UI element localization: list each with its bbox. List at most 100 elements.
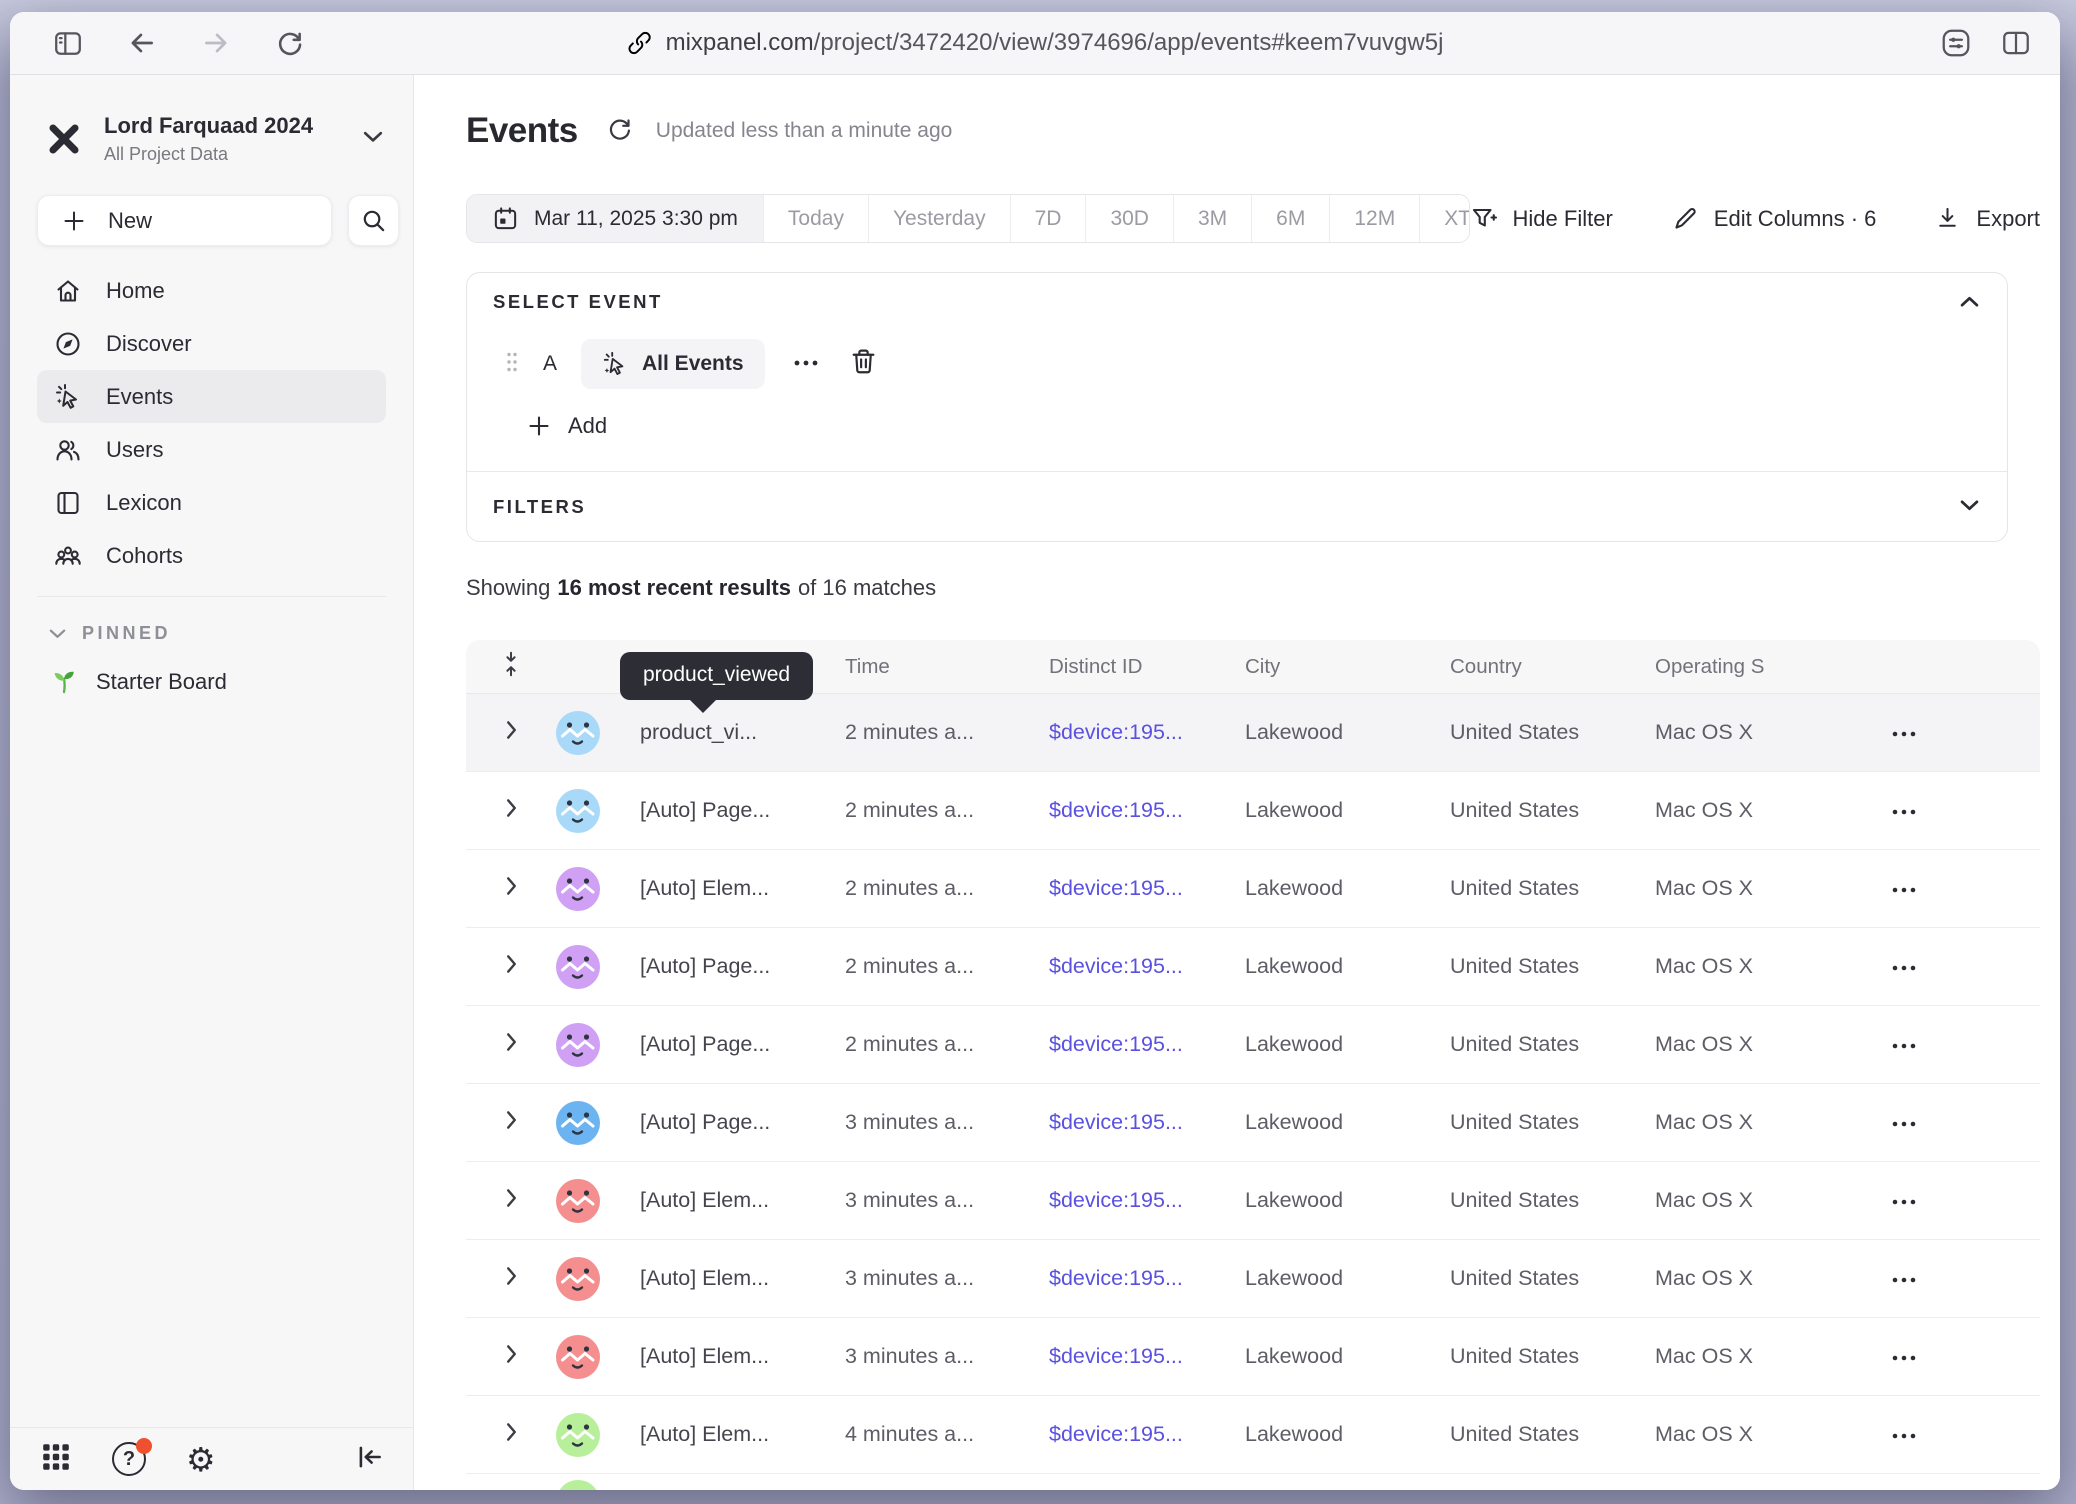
distinct-id-link[interactable]: $device:195... — [1049, 1110, 1245, 1135]
expand-row-icon[interactable] — [505, 1031, 518, 1059]
table-row[interactable]: [Auto] Page... 2 minutes a... $device:19… — [466, 1006, 2040, 1084]
row-menu-icon[interactable] — [1890, 1188, 1918, 1213]
browser-sidebar-toggle-icon[interactable] — [46, 21, 90, 65]
event-name[interactable]: [Auto] Elem... — [640, 1344, 845, 1369]
table-row[interactable]: [Auto] Elem... 2 minutes a... $device:19… — [466, 850, 2040, 928]
distinct-id-link[interactable]: $device:195... — [1049, 1422, 1245, 1447]
distinct-id-link[interactable]: $device:195... — [1049, 720, 1245, 745]
expand-row-icon[interactable] — [505, 875, 518, 903]
pinned-section-header[interactable]: PINNED — [37, 623, 386, 644]
distinct-id-link[interactable]: $device:195... — [1049, 1032, 1245, 1057]
event-name[interactable]: [Auto] Elem... — [640, 1266, 845, 1291]
expand-row-icon[interactable] — [505, 1265, 518, 1293]
event-name[interactable]: [Auto] Page... — [640, 1032, 845, 1057]
row-menu-icon[interactable] — [1890, 1344, 1918, 1369]
collapse-section-icon[interactable] — [1960, 295, 1979, 313]
sidebar-item-lexicon[interactable]: Lexicon — [37, 476, 386, 529]
back-icon[interactable] — [120, 21, 164, 65]
distinct-id-link[interactable]: $device:195... — [1049, 798, 1245, 823]
row-menu-icon[interactable] — [1890, 798, 1918, 823]
range-3m-button[interactable]: 3M — [1173, 195, 1251, 242]
row-menu-icon[interactable] — [1890, 1266, 1918, 1291]
sidebar-item-discover[interactable]: Discover — [37, 317, 386, 370]
range-7d-button[interactable]: 7D — [1010, 195, 1086, 242]
expand-row-icon[interactable] — [505, 1421, 518, 1449]
export-button[interactable]: Export — [1934, 205, 2040, 232]
range-30d-button[interactable]: 30D — [1085, 195, 1173, 242]
collapse-sidebar-icon[interactable] — [355, 1442, 385, 1477]
event-time: 2 minutes a... — [845, 954, 1049, 979]
table-row[interactable]: [Auto] Page... 3 minutes a... $device:19… — [466, 1084, 2040, 1162]
event-os: Mac OS X — [1655, 1344, 1890, 1369]
project-switcher[interactable]: Lord Farquaad 2024 All Project Data — [46, 113, 383, 165]
drag-handle-icon[interactable] — [505, 350, 519, 379]
event-name[interactable]: [Auto] Elem... — [640, 1188, 845, 1213]
row-menu-icon[interactable] — [1890, 720, 1918, 745]
expand-row-icon[interactable] — [505, 953, 518, 981]
sidebar-item-starter-board[interactable]: Starter Board — [37, 668, 386, 695]
distinct-id-link[interactable]: $device:195... — [1049, 1188, 1245, 1213]
column-header-country[interactable]: Country — [1450, 655, 1655, 679]
table-row[interactable]: [Auto] Page... 2 minutes a... $device:19… — [466, 772, 2040, 850]
range-xtd-button[interactable]: XTD — [1419, 195, 1469, 242]
column-header-os[interactable]: Operating S — [1655, 655, 1890, 679]
range-12m-button[interactable]: 12M — [1329, 195, 1419, 242]
event-name[interactable]: product_vi... — [640, 720, 845, 745]
range-today-button[interactable]: Today — [763, 195, 868, 242]
trash-icon[interactable] — [849, 347, 878, 381]
expand-row-icon[interactable] — [505, 1109, 518, 1137]
split-view-icon[interactable] — [2000, 27, 2032, 59]
refresh-icon[interactable] — [606, 115, 634, 148]
page-settings-icon[interactable] — [1940, 27, 1972, 59]
sidebar-item-cohorts[interactable]: Cohorts — [37, 529, 386, 582]
expand-row-icon[interactable] — [505, 719, 518, 747]
distinct-id-link[interactable]: $device:195... — [1049, 1344, 1245, 1369]
distinct-id-link[interactable]: $device:195... — [1049, 1266, 1245, 1291]
expand-row-icon[interactable] — [505, 1187, 518, 1215]
sidebar-item-events[interactable]: Events — [37, 370, 386, 423]
table-row[interactable]: [Auto] Elem... 4 minutes a... $device:19… — [466, 1396, 2040, 1474]
reload-icon[interactable] — [268, 21, 312, 65]
edit-columns-label: Edit Columns · 6 — [1714, 206, 1877, 232]
help-button[interactable]: ? — [112, 1442, 146, 1476]
table-row[interactable]: [Auto] Elem... 3 minutes a... $device:19… — [466, 1162, 2040, 1240]
column-header-time[interactable]: Time — [845, 655, 1049, 679]
row-menu-icon[interactable] — [1890, 876, 1918, 901]
new-button[interactable]: New — [37, 195, 332, 246]
gear-icon[interactable]: ⚙ — [186, 1443, 216, 1476]
column-header-distinct-id[interactable]: Distinct ID — [1049, 655, 1245, 679]
event-name[interactable]: [Auto] Elem... — [640, 876, 845, 901]
search-button[interactable] — [348, 195, 399, 246]
expand-filters-icon[interactable] — [1960, 498, 1979, 516]
table-row[interactable]: [Auto] Page... 2 minutes a... $device:19… — [466, 928, 2040, 1006]
event-more-icon[interactable] — [793, 355, 819, 373]
event-name[interactable]: [Auto] Page... — [640, 954, 845, 979]
table-row[interactable] — [466, 1474, 2040, 1490]
expand-row-icon[interactable] — [505, 797, 518, 825]
event-name[interactable]: [Auto] Page... — [640, 1110, 845, 1135]
hide-filter-button[interactable]: Hide Filter — [1470, 205, 1613, 233]
row-menu-icon[interactable] — [1890, 1422, 1918, 1447]
table-row[interactable]: [Auto] Elem... 3 minutes a... $device:19… — [466, 1318, 2040, 1396]
row-menu-icon[interactable] — [1890, 1032, 1918, 1057]
range-yesterday-button[interactable]: Yesterday — [868, 195, 1010, 242]
apps-grid-icon[interactable] — [40, 1441, 72, 1478]
sidebar-item-users[interactable]: Users — [37, 423, 386, 476]
distinct-id-link[interactable]: $device:195... — [1049, 876, 1245, 901]
column-header-city[interactable]: City — [1245, 655, 1450, 679]
distinct-id-link[interactable]: $device:195... — [1049, 954, 1245, 979]
event-name[interactable]: [Auto] Page... — [640, 798, 845, 823]
date-picker-button[interactable]: Mar 11, 2025 3:30 pm — [467, 195, 763, 242]
event-name[interactable]: [Auto] Elem... — [640, 1422, 845, 1447]
row-menu-icon[interactable] — [1890, 1110, 1918, 1135]
sidebar-item-home[interactable]: Home — [37, 264, 386, 317]
row-menu-icon[interactable] — [1890, 954, 1918, 979]
collapse-all-rows-icon[interactable] — [502, 650, 520, 684]
add-event-button[interactable]: Add — [527, 413, 607, 439]
event-selector-chip[interactable]: All Events — [581, 339, 765, 389]
range-6m-button[interactable]: 6M — [1251, 195, 1329, 242]
address-bar[interactable]: mixpanel.com/project/3472420/view/397469… — [627, 29, 1444, 57]
table-row[interactable]: [Auto] Elem... 3 minutes a... $device:19… — [466, 1240, 2040, 1318]
expand-row-icon[interactable] — [505, 1343, 518, 1371]
edit-columns-button[interactable]: Edit Columns · 6 — [1671, 205, 1877, 233]
